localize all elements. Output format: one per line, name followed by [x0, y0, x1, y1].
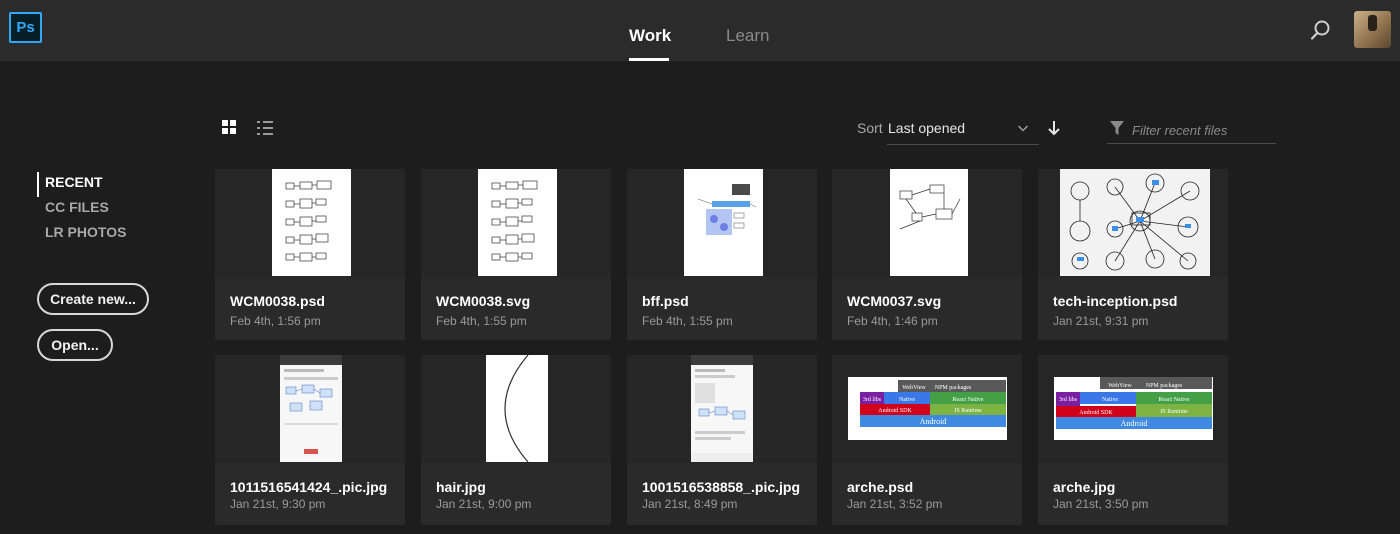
file-thumbnail	[1038, 169, 1228, 277]
sidebar-nav: RECENT CC FILES LR PHOTOS	[37, 172, 126, 247]
sidebar-item-cc-files[interactable]: CC FILES	[37, 197, 126, 222]
stack-label: React Native	[952, 397, 983, 403]
file-thumbnail: WebView NPM packages 3rd libs Native Rea…	[832, 355, 1022, 463]
filter-input[interactable]	[1107, 117, 1276, 144]
file-date: Jan 21st, 9:31 pm	[1053, 314, 1149, 328]
file-card[interactable]: bff.psd Feb 4th, 1:55 pm	[627, 169, 817, 340]
open-button[interactable]: Open...	[37, 329, 113, 361]
sketch-diagram-thumbnail	[890, 169, 968, 276]
stack-label: WebView	[902, 385, 926, 391]
file-thumbnail	[421, 169, 611, 277]
layer-stack-thumbnail: WebView NPM packages 3rd libs Native Rea…	[848, 377, 1007, 440]
file-card[interactable]: 1011516541424_.pic.jpg Jan 21st, 9:30 pm	[215, 355, 405, 525]
file-date: Feb 4th, 1:55 pm	[642, 314, 733, 328]
stack-label: NPM packages	[935, 385, 972, 391]
file-card[interactable]: WebView NPM packages 3rd libs Native Rea…	[832, 355, 1022, 525]
stack-label: Android	[920, 417, 947, 426]
flow-diagram-thumbnail	[478, 169, 557, 276]
stack-label: NPM packages	[1146, 383, 1183, 389]
file-name: bff.psd	[642, 293, 689, 309]
grid-view-icon[interactable]	[222, 120, 238, 136]
file-name: arche.jpg	[1053, 479, 1116, 495]
file-name: 1001516538858_.pic.jpg	[642, 479, 801, 495]
list-view-icon[interactable]	[257, 121, 273, 135]
stack-label: React Native	[1158, 397, 1189, 403]
curve-line-thumbnail	[486, 355, 548, 462]
file-date: Jan 21st, 3:52 pm	[847, 497, 943, 511]
search-icon[interactable]	[1309, 18, 1333, 42]
file-card[interactable]: hair.jpg Jan 21st, 9:00 pm	[421, 355, 611, 525]
stack-label: JS Runtime	[1160, 409, 1188, 415]
stack-label: 3rd libs	[1059, 397, 1078, 403]
file-card[interactable]: WebView NPM packages 3rd libs Native Rea…	[1038, 355, 1228, 525]
sort-direction-arrow-down-icon[interactable]	[1047, 120, 1061, 136]
file-thumbnail	[832, 169, 1022, 277]
file-thumbnail	[627, 355, 817, 463]
file-thumbnail	[627, 169, 817, 277]
filter-funnel-icon	[1109, 120, 1125, 136]
file-thumbnail	[215, 169, 405, 277]
tab-learn[interactable]: Learn	[726, 26, 769, 46]
stack-label: Native	[899, 397, 915, 403]
sort-value: Last opened	[888, 120, 966, 136]
file-date: Feb 4th, 1:55 pm	[436, 314, 527, 328]
file-name: 1011516541424_.pic.jpg	[230, 479, 388, 495]
file-date: Jan 21st, 9:30 pm	[230, 497, 326, 511]
top-bar: Ps Work Learn	[0, 0, 1400, 61]
phone-screenshot-thumbnail	[691, 355, 753, 462]
file-date: Jan 21st, 9:00 pm	[436, 497, 532, 511]
file-name: WCM0037.svg	[847, 293, 942, 309]
chevron-down-icon	[1017, 122, 1029, 134]
stack-label: WebView	[1108, 383, 1132, 389]
file-thumbnail	[421, 355, 611, 463]
mind-map-thumbnail	[1060, 169, 1210, 276]
phone-screenshot-thumbnail	[280, 355, 342, 462]
file-thumbnail	[215, 355, 405, 463]
stack-label: Android	[1121, 419, 1148, 428]
stack-label: 3rd libs	[863, 397, 882, 403]
user-avatar[interactable]	[1354, 11, 1391, 48]
active-tab-indicator	[629, 58, 669, 61]
tab-work[interactable]: Work	[629, 26, 671, 46]
photoshop-logo[interactable]: Ps	[9, 12, 42, 43]
stack-label: Native	[1102, 397, 1118, 403]
sidebar-item-lr-photos[interactable]: LR PHOTOS	[37, 222, 126, 247]
file-card[interactable]: WCM0037.svg Feb 4th, 1:46 pm	[832, 169, 1022, 340]
file-thumbnail: WebView NPM packages 3rd libs Native Rea…	[1038, 355, 1228, 463]
file-date: Feb 4th, 1:56 pm	[230, 314, 321, 328]
file-date: Feb 4th, 1:46 pm	[847, 314, 938, 328]
architecture-diagram-thumbnail	[684, 169, 763, 276]
file-name: WCM0038.svg	[436, 293, 531, 309]
file-date: Jan 21st, 3:50 pm	[1053, 497, 1149, 511]
file-card[interactable]: WCM0038.psd Feb 4th, 1:56 pm	[215, 169, 405, 340]
sidebar-item-recent[interactable]: RECENT	[37, 172, 126, 197]
stack-label: Android SDK	[878, 408, 912, 414]
create-new-button[interactable]: Create new...	[37, 283, 149, 315]
file-name: WCM0038.psd	[230, 293, 325, 309]
sort-dropdown[interactable]: Last opened	[887, 118, 1039, 145]
file-card[interactable]: WCM0038.svg Feb 4th, 1:55 pm	[421, 169, 611, 340]
file-card[interactable]: tech-inception.psd Jan 21st, 9:31 pm	[1038, 169, 1228, 340]
file-name: tech-inception.psd	[1053, 293, 1178, 309]
file-card[interactable]: 1001516538858_.pic.jpg Jan 21st, 8:49 pm	[627, 355, 817, 525]
stack-label: JS Runtime	[954, 408, 982, 414]
stack-label: Android SDK	[1079, 410, 1113, 416]
file-name: hair.jpg	[436, 479, 486, 495]
layer-stack-thumbnail: WebView NPM packages 3rd libs Native Rea…	[1054, 377, 1213, 440]
flow-diagram-thumbnail	[272, 169, 351, 276]
file-date: Jan 21st, 8:49 pm	[642, 497, 738, 511]
file-name: arche.psd	[847, 479, 914, 495]
sort-label: Sort	[857, 120, 883, 136]
